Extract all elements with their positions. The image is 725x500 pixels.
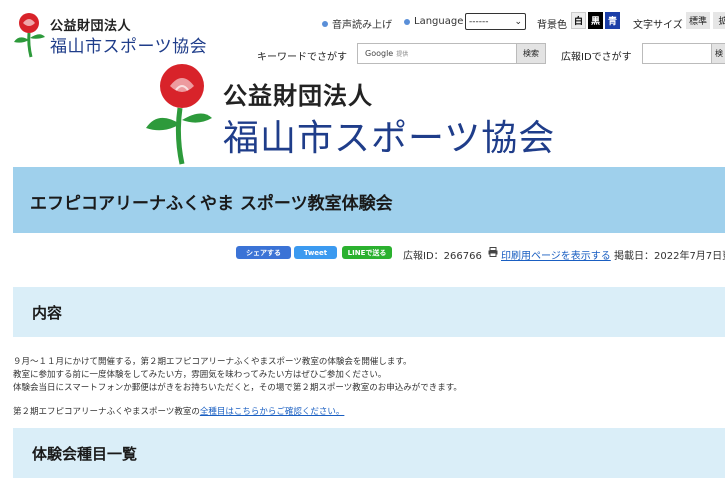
- page-id: 広報ID：266766: [403, 251, 482, 262]
- language-link: Language: [404, 16, 463, 27]
- keyword-placeholder: Google: [365, 49, 394, 58]
- all-events-prefix: 第２期エフピコアリーナふくやまスポーツ教室の: [13, 407, 200, 417]
- audio-readout-label: 音声読み上げ: [332, 20, 392, 31]
- chevron-down-icon: ⌄: [514, 16, 522, 27]
- bullet-icon: [322, 20, 328, 27]
- content-paragraph-line: 教室に参加する前に一度体験をしてみたい方，雰囲気を味わってみたい方はぜひご参加く…: [13, 370, 387, 380]
- keyword-search-button[interactable]: 検索: [516, 43, 546, 64]
- font-large-button[interactable]: 拡: [713, 12, 725, 29]
- keyword-placeholder-sub: 提供: [396, 51, 409, 58]
- rose-logo-icon[interactable]: [12, 12, 46, 58]
- bullet-icon: [404, 18, 410, 25]
- language-select[interactable]: ------ ⌄: [465, 13, 526, 30]
- id-search-label: 広報IDでさがす: [561, 52, 632, 63]
- language-selected-value: ------: [469, 16, 489, 27]
- org-name-large-line2: 福山市スポーツ協会: [223, 118, 556, 159]
- facebook-share-button[interactable]: シェアする: [236, 246, 291, 259]
- twitter-tweet-button[interactable]: Tweet: [294, 246, 337, 259]
- id-search-button[interactable]: 検: [711, 43, 725, 64]
- audio-readout-link[interactable]: 音声読み上げ: [322, 16, 392, 31]
- bg-blue-button[interactable]: 青: [605, 12, 620, 29]
- section-events-title: 体験会種目一覧: [32, 445, 138, 463]
- published-date: 掲載日：2022年7月7日更: [614, 251, 725, 262]
- content-paragraph-line: ９月～１１月にかけて開催する，第２期エフピコアリーナふくやまスポーツ教室の体験会…: [13, 357, 412, 367]
- font-size-label: 文字サイズ: [633, 20, 683, 31]
- rose-logo-large-icon: [146, 64, 212, 165]
- line-share-button[interactable]: LINEで送る: [342, 246, 392, 259]
- org-name-large-line1: 公益財団法人: [223, 82, 373, 110]
- content-paragraph-line: 体験会当日にスマートフォンか郵便はがきをお持ちいただくと，その場で第２期スポーツ…: [13, 383, 462, 393]
- content-paragraph-line: 第２期エフピコアリーナふくやまスポーツ教室の全種目はこちらからご確認ください。: [13, 406, 344, 418]
- page-title: エフピコアリーナふくやま スポーツ教室体験会: [30, 194, 393, 214]
- id-search-input[interactable]: [642, 43, 712, 64]
- bg-black-button[interactable]: 黒: [588, 12, 603, 29]
- bg-white-button[interactable]: 白: [571, 12, 586, 29]
- print-page-link[interactable]: 印刷用ページを表示する: [501, 247, 611, 262]
- keyword-search-label: キーワードでさがす: [257, 52, 347, 63]
- keyword-search-input[interactable]: Google 提供: [357, 43, 517, 64]
- print-icon[interactable]: [488, 247, 498, 257]
- all-events-link[interactable]: 全種目はこちらからご確認ください。: [200, 407, 345, 417]
- background-color-label: 背景色: [537, 20, 567, 31]
- org-name-small-line2: 福山市スポーツ協会: [50, 37, 208, 57]
- section-content-band: [13, 287, 725, 337]
- section-content-title: 内容: [32, 304, 63, 322]
- language-label: Language: [414, 16, 464, 27]
- font-standard-button[interactable]: 標準: [686, 12, 710, 29]
